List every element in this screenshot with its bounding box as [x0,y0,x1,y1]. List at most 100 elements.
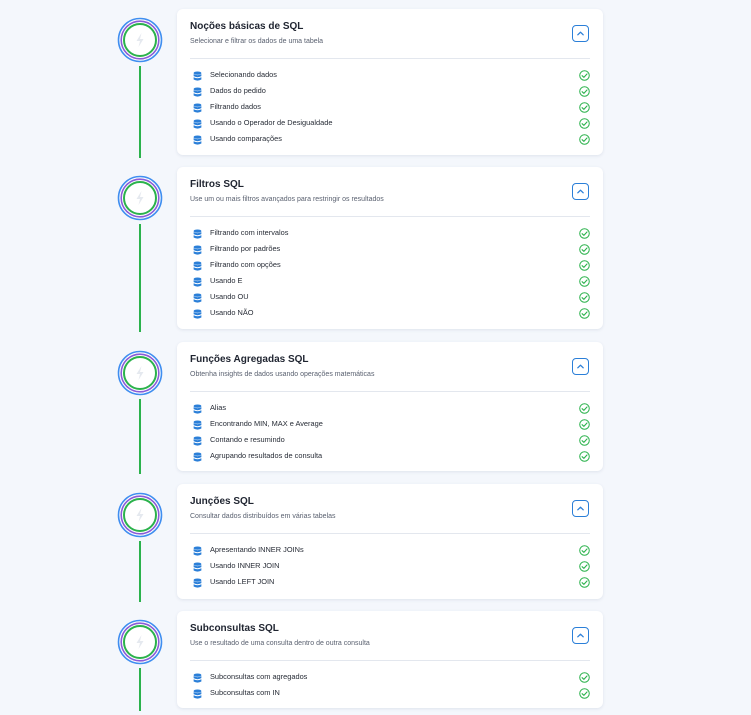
check-circle-icon [579,290,590,303]
database-icon [193,69,202,81]
lesson-label: Usando NÃO [210,307,254,317]
module-subtitle: Use um ou mais filtros avançados para re… [190,196,384,203]
lesson-label: Filtrando com opções [210,259,281,269]
check-circle-icon [579,449,590,462]
lesson-list: Subconsultas com agregados Subconsultas … [190,668,590,700]
timeline-connector [139,541,141,602]
lesson-label: Dados do pedido [210,85,266,95]
collapse-toggle-button[interactable] [572,500,589,517]
module-title: Filtros SQL [190,179,244,190]
lesson-item[interactable]: Encontrando MIN, MAX e Average [190,415,590,431]
collapse-toggle-button[interactable] [572,358,589,375]
lesson-label: Usando comparações [210,133,282,143]
lesson-item[interactable]: Dados do pedido [190,82,590,98]
database-icon [193,544,202,556]
lesson-item[interactable]: Filtrando com opções [190,256,590,272]
database-icon [193,101,202,113]
lesson-item[interactable]: Usando E [190,272,590,288]
module-title: Noções básicas de SQL [190,21,304,32]
database-icon [193,402,202,414]
module-title: Subconsultas SQL [190,623,279,634]
lesson-item[interactable]: Filtrando dados [190,98,590,114]
database-icon [193,418,202,430]
lesson-label: Usando E [210,275,243,285]
lesson-item[interactable]: Usando INNER JOIN [190,557,590,573]
collapse-toggle-button[interactable] [572,25,589,42]
module-subtitle: Consultar dados distribuídos em várias t… [190,513,336,520]
module-section: Subconsultas SQL Use o resultado de uma … [0,611,751,711]
lesson-item[interactable]: Usando OU [190,288,590,304]
database-icon [193,434,202,446]
check-circle-icon [579,670,590,683]
module-node-graphic [117,492,163,538]
check-circle-icon [579,274,590,287]
database-icon [193,117,202,129]
module-node [117,17,163,63]
chevron-up-icon [576,362,585,371]
timeline-connector [139,224,141,332]
database-icon [193,243,202,255]
database-icon [193,687,202,699]
check-circle-icon [579,226,590,239]
module-card: Funções Agregadas SQL Obtenha insights d… [177,342,603,471]
card-divider [190,58,590,59]
module-card: Noções básicas de SQL Selecionar e filtr… [177,9,603,155]
lesson-item[interactable]: Filtrando por padrões [190,240,590,256]
module-section: Junções SQL Consultar dados distribuídos… [0,484,751,602]
module-node-graphic [117,175,163,221]
lesson-item[interactable]: Usando o Operador de Desigualdade [190,114,590,130]
timeline-connector [139,399,141,474]
lesson-item[interactable]: Filtrando com intervalos [190,224,590,240]
lesson-item[interactable]: Agrupando resultados de consulta [190,447,590,463]
collapse-toggle-button[interactable] [572,183,589,200]
module-section: Noções básicas de SQL Selecionar e filtr… [0,9,751,158]
collapse-toggle-button[interactable] [572,627,589,644]
chevron-up-icon [576,29,585,38]
check-circle-icon [579,258,590,271]
module-node [117,619,163,665]
lesson-item[interactable]: Usando NÃO [190,304,590,320]
lesson-item[interactable]: Selecionando dados [190,66,590,82]
lesson-item[interactable]: Usando LEFT JOIN [190,573,590,589]
module-card: Subconsultas SQL Use o resultado de uma … [177,611,603,708]
module-section: Filtros SQL Use um ou mais filtros avanç… [0,167,751,332]
lesson-label: Filtrando com intervalos [210,227,289,237]
lesson-item[interactable]: Subconsultas com IN [190,684,590,700]
database-icon [193,291,202,303]
database-icon [193,671,202,683]
card-divider [190,660,590,661]
module-card: Filtros SQL Use um ou mais filtros avanç… [177,167,603,329]
database-icon [193,275,202,287]
check-circle-icon [579,132,590,145]
module-subtitle: Selecionar e filtrar os dados de uma tab… [190,38,324,45]
lesson-item[interactable]: Alias [190,399,590,415]
lesson-label: Usando LEFT JOIN [210,576,275,586]
check-circle-icon [579,68,590,81]
lesson-label: Agrupando resultados de consulta [210,450,323,460]
lesson-label: Subconsultas com IN [210,687,280,697]
check-circle-icon [579,84,590,97]
lesson-label: Contando e resumindo [210,434,285,444]
module-node [117,492,163,538]
module-title: Funções Agregadas SQL [190,354,309,365]
lesson-item[interactable]: Apresentando INNER JOINs [190,541,590,557]
module-node-graphic [117,350,163,396]
module-node-graphic [117,619,163,665]
check-circle-icon [579,433,590,446]
database-icon [193,133,202,145]
database-icon [193,85,202,97]
lesson-list: Apresentando INNER JOINs Usando INNER JO… [190,541,590,589]
lesson-label: Filtrando dados [210,101,261,111]
lesson-item[interactable]: Usando comparações [190,130,590,146]
card-divider [190,391,590,392]
lesson-item[interactable]: Contando e resumindo [190,431,590,447]
database-icon [193,259,202,271]
check-circle-icon [579,401,590,414]
database-icon [193,227,202,239]
lesson-label: Selecionando dados [210,69,277,79]
lesson-item[interactable]: Subconsultas com agregados [190,668,590,684]
module-subtitle: Use o resultado de uma consulta dentro d… [190,640,370,647]
lesson-list: Filtrando com intervalos Filtrando por p… [190,224,590,320]
check-circle-icon [579,559,590,572]
lesson-list: Selecionando dados Dados do pedido Filtr… [190,66,590,146]
